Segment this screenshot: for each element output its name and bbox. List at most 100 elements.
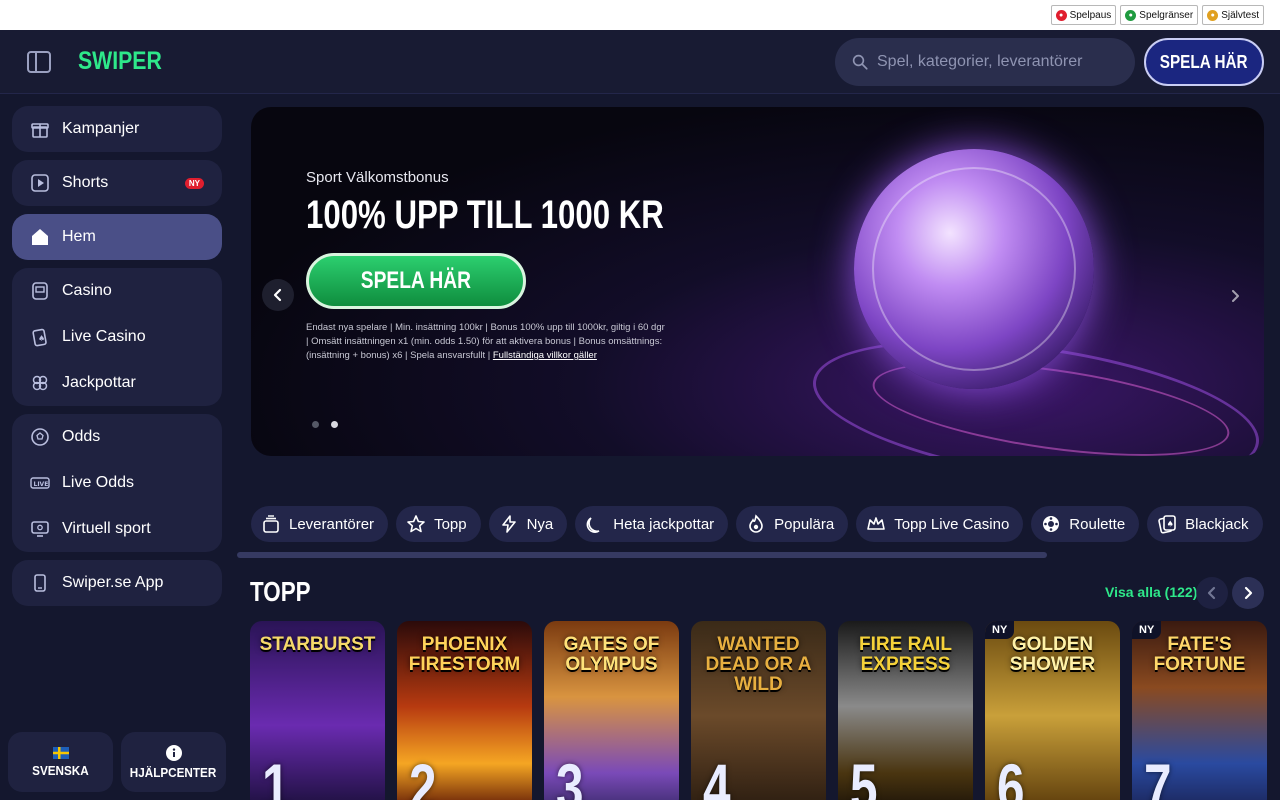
chip-label: Topp — [434, 515, 467, 533]
top-games-carousel: STARBURST 1 PHOENIX FIRESTORM 2 GATES OF OLY… — [250, 621, 1267, 800]
top-header: SWIPER SPELA HÄR — [0, 30, 1280, 94]
game-rank: 1 — [262, 750, 290, 800]
play-icon — [30, 173, 50, 193]
sidebar-item-label: Kampanjer — [62, 120, 140, 137]
game-tile[interactable]: PHOENIX FIRESTORM 2 — [397, 621, 532, 800]
hero-subtitle: Sport Välkomstbonus — [306, 169, 449, 186]
chip-roulette[interactable]: Roulette — [1031, 506, 1140, 542]
chip-nya[interactable]: Nya — [488, 506, 568, 542]
phone-icon — [30, 573, 50, 593]
game-title: GATES OF OLYMPUS — [563, 634, 660, 675]
game-tile[interactable]: FATE'S FORTUNE 7 NY — [1132, 621, 1267, 800]
slot-icon — [30, 281, 50, 301]
nav-group: Swiper.se App — [12, 560, 222, 606]
rg-label: Spelpaus — [1069, 9, 1112, 21]
game-rank: 7 — [1144, 750, 1172, 800]
slide-dot[interactable] — [331, 421, 338, 428]
sidebar-item-casino[interactable]: Casino — [12, 268, 222, 314]
sidebar-item-jackpottar[interactable]: Jackpottar — [12, 360, 222, 406]
spelpaus-button[interactable]: ● Spelpaus — [1050, 5, 1117, 25]
search-input[interactable] — [877, 53, 1117, 71]
svg-text:LIVE: LIVE — [34, 481, 49, 488]
game-tile[interactable]: GOLDEN SHOWER 6 NY — [985, 621, 1120, 800]
football-icon — [30, 427, 50, 447]
swedish-flag-icon — [52, 746, 69, 759]
sidebar-item-kampanjer[interactable]: Kampanjer — [12, 106, 222, 152]
slide-dot[interactable] — [312, 421, 319, 428]
sidebar-footer: SVENSKA HJÄLPCENTER — [8, 732, 226, 792]
crown-icon — [866, 514, 886, 534]
självtest-button[interactable]: ● Självtest — [1202, 5, 1264, 25]
chip-topp-live-casino[interactable]: Topp Live Casino — [856, 506, 1024, 542]
star-icon — [406, 514, 426, 534]
sidebar-item-shorts[interactable]: Shorts NY — [12, 160, 222, 206]
sidebar-item-label: Odds — [62, 428, 101, 445]
carousel-prev-button[interactable] — [1196, 577, 1228, 609]
game-title: STARBURST — [259, 634, 376, 655]
game-tile[interactable]: STARBURST 1 — [250, 621, 385, 800]
chip-leverantörer[interactable]: Leverantörer — [251, 506, 389, 542]
chip-blackjack[interactable]: ♠ Blackjack — [1147, 506, 1263, 542]
sidebar-item-live-odds[interactable]: LIVE Live Odds — [12, 460, 222, 506]
sidebar-item-swiper-se-app[interactable]: Swiper.se App — [12, 560, 222, 606]
swiper-logo[interactable]: SWIPER — [78, 47, 162, 76]
hero-pagination — [312, 421, 338, 428]
play-here-button[interactable]: SPELA HÄR — [1144, 38, 1264, 86]
svg-text:♠: ♠ — [38, 334, 45, 343]
hero-terms-text: Endast nya spelare | Min. insättning 100… — [306, 322, 665, 361]
monitor-icon — [30, 519, 50, 539]
hero-prev-button[interactable] — [262, 279, 294, 311]
sidebar-item-virtuell-sport[interactable]: Virtuell sport — [12, 506, 222, 552]
game-tile[interactable]: FIRE RAIL EXPRESS 5 — [838, 621, 973, 800]
game-rank: 6 — [997, 750, 1025, 800]
game-title: GOLDEN SHOWER — [1009, 634, 1096, 675]
sidebar-item-label: Shorts — [62, 174, 109, 191]
sidebar-toggle-icon[interactable] — [27, 51, 51, 73]
chips-scrollbar[interactable] — [237, 552, 1047, 558]
view-all-link[interactable]: Visa alla (122) — [1105, 584, 1197, 600]
sidebar-item-odds[interactable]: Odds — [12, 414, 222, 460]
rg-label: Spelgränser — [1139, 9, 1194, 21]
game-rank: 5 — [850, 750, 878, 800]
game-title: FIRE RAIL EXPRESS — [859, 634, 952, 675]
sidebar-item-label: Jackpottar — [62, 374, 136, 391]
hero-next-button[interactable] — [1224, 285, 1246, 307]
sidebar-item-label: Hem — [62, 228, 96, 245]
section-title: TOPP — [250, 576, 311, 607]
spelgränser-button[interactable]: ● Spelgränser — [1120, 5, 1199, 25]
clover-icon — [30, 373, 50, 393]
chip-heta-jackpottar[interactable]: Heta jackpottar — [575, 506, 729, 542]
sidebar-item-label: Live Odds — [62, 474, 135, 491]
game-tile[interactable]: GATES OF OLYMPUS 3 — [544, 621, 679, 800]
game-title: FATE'S FORTUNE — [1153, 634, 1246, 675]
chevron-left-icon — [1207, 586, 1216, 600]
nav-group: Shorts NY — [12, 160, 222, 206]
new-badge: NY — [1132, 621, 1162, 639]
carousel-next-button[interactable] — [1232, 577, 1264, 609]
sidebar-item-live-casino[interactable]: ♠ Live Casino — [12, 314, 222, 360]
roulette-icon — [1041, 514, 1061, 534]
rg-label: Självtest — [1221, 9, 1259, 21]
help-center-label: HJÄLPCENTER — [130, 764, 217, 780]
hero-play-button[interactable]: SPELA HÄR — [306, 253, 526, 309]
info-icon — [165, 744, 182, 761]
terms-link[interactable]: Fullständiga villkor gäller — [493, 350, 597, 361]
chip-populära[interactable]: Populära — [736, 506, 849, 542]
chip-label: Leverantörer — [289, 515, 375, 533]
hero-play-label: SPELA HÄR — [360, 267, 472, 294]
gauge-icon: ● — [1207, 9, 1219, 21]
live-icon: LIVE — [30, 473, 50, 493]
chip-label: Nya — [526, 515, 554, 533]
game-rank: 3 — [556, 750, 584, 800]
language-button[interactable]: SVENSKA — [8, 732, 113, 792]
search-bar[interactable] — [835, 38, 1135, 86]
sidebar-item-hem[interactable]: Hem — [12, 214, 222, 260]
game-title: WANTED DEAD OR A WILD — [705, 634, 812, 695]
svg-text:♠: ♠ — [1167, 520, 1174, 529]
chip-label: Blackjack — [1185, 515, 1249, 533]
help-center-button[interactable]: HJÄLPCENTER — [121, 732, 226, 792]
game-tile[interactable]: WANTED DEAD OR A WILD 4 — [691, 621, 826, 800]
chip-label: Roulette — [1069, 515, 1126, 533]
flame-icon — [746, 514, 766, 534]
chip-topp[interactable]: Topp — [396, 506, 481, 542]
